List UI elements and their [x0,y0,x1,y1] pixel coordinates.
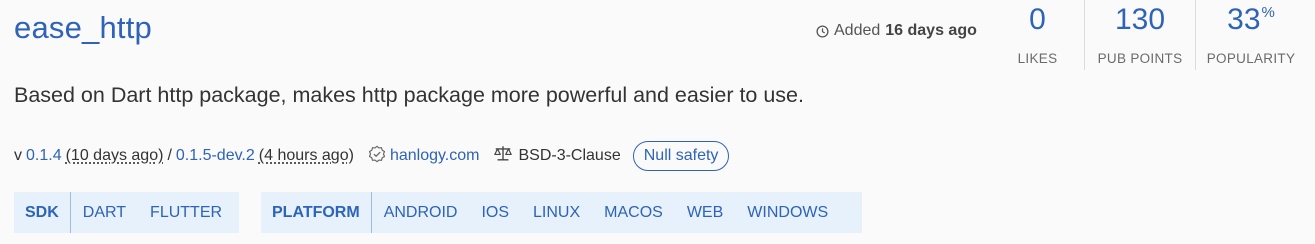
platform-tag-ios[interactable]: IOS [469,204,521,222]
added-info: Added 16 days ago [816,22,977,40]
stable-version-link[interactable]: 0.1.4 [26,147,62,165]
sdk-tag-flutter[interactable]: FLUTTER [138,204,234,222]
added-ago: 16 days ago [885,22,977,39]
version-prefix: v [14,147,22,164]
popularity-suffix: % [1261,4,1275,21]
dev-version-age: (4 hours ago) [258,147,354,164]
sdk-tags: SDK DART FLUTTER [14,192,239,233]
platform-tag-android[interactable]: ANDROID [372,204,470,222]
popularity-value-wrap: 33% [1227,2,1275,38]
popularity-metric[interactable]: 33% POPULARITY [1196,0,1306,70]
likes-value: 0 [1029,3,1046,36]
stable-version-age: (10 days ago) [65,147,164,164]
package-description: Based on Dart http package, makes http p… [14,83,804,107]
dev-version-link[interactable]: 0.1.5-dev.2 [176,147,255,165]
pub-points-metric[interactable]: 130 PUB POINTS [1085,0,1195,70]
likes-label: LIKES [1017,51,1058,66]
popularity-value: 33 [1227,3,1261,36]
null-safety-badge[interactable]: Null safety [632,141,730,171]
platform-tag-macos[interactable]: MACOS [592,204,675,222]
license: BSD-3-Clause [493,145,621,167]
verified-publisher-icon [368,145,390,168]
publisher-link[interactable]: hanlogy.com [390,147,480,165]
package-title[interactable]: ease_http [14,10,152,46]
sdk-tag-dart[interactable]: DART [71,204,138,222]
added-prefix: Added [834,22,881,39]
platform-tag-head[interactable]: PLATFORM [261,192,372,233]
platform-tag-linux[interactable]: LINUX [521,204,592,222]
version-separator: / [167,147,172,164]
platform-tag-windows[interactable]: WINDOWS [735,204,840,222]
license-label: BSD-3-Clause [518,147,621,164]
pub-points-label: PUB POINTS [1097,51,1183,66]
scale-icon [493,145,518,167]
popularity-label: POPULARITY [1206,51,1296,66]
platform-tag-web[interactable]: WEB [675,204,735,222]
score-metrics: 0 LIKES 130 PUB POINTS 33% POPULARITY [991,0,1306,70]
package-meta: v 0.1.4 (10 days ago) / 0.1.5-dev.2 (4 h… [14,139,730,173]
pub-points-value: 130 [1114,3,1166,36]
likes-metric[interactable]: 0 LIKES [991,0,1084,70]
platform-tags: PLATFORM ANDROID IOS LINUX MACOS WEB WIN… [261,192,862,233]
clock-icon [816,24,829,38]
sdk-tag-head[interactable]: SDK [14,192,71,233]
publisher[interactable]: hanlogy.com [368,145,480,168]
